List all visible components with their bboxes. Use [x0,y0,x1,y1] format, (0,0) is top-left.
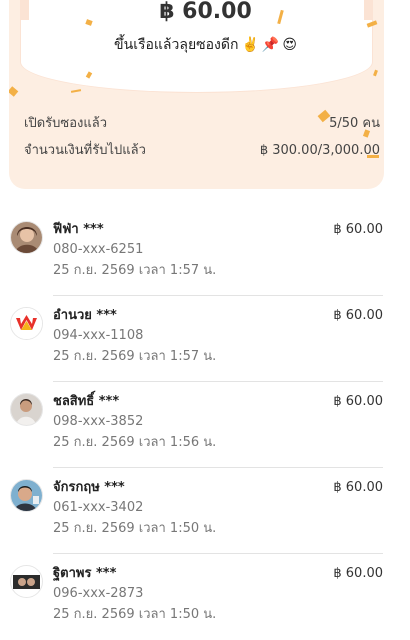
opened-label: เปิดรับซองแล้ว [24,116,107,131]
recipient-name: ฟีฟ่า *** [53,222,104,237]
list-item: อำนวย *** 094-xxx-1108 25 ก.ย. 2569 เวลา… [0,296,410,382]
received-time: 25 ก.ย. 2569 เวลา 1:57 น. [53,263,217,278]
received-time: 25 ก.ย. 2569 เวลา 1:57 น. [53,349,217,364]
received-label: จำนวนเงินที่รับไปแล้ว [24,143,146,158]
list-item: ฐิตาพร *** 096-xxx-2873 25 ก.ย. 2569 เวล… [0,554,410,640]
list-item: จักรกฤษ *** 061-xxx-3402 25 ก.ย. 2569 เว… [0,468,410,554]
received-time: 25 ก.ย. 2569 เวลา 1:56 น. [53,435,217,450]
photo-avatar-icon [11,566,42,597]
blessing-message: ขึ้นเรือแล้วลุยซองดีก ✌️ 📌 😍 [9,35,384,55]
summary-card: ฿ 60.00 ขึ้นเรือแล้วลุยซองดีก ✌️ 📌 😍 เปิดรั… [9,0,384,189]
recipient-list: ฟีฟ่า *** 080-xxx-6251 25 ก.ย. 2569 เวลา… [0,210,410,640]
envelope-amount: ฿ 60.00 [159,0,252,24]
recipient-name: จักรกฤษ *** [53,480,125,495]
recipient-name: ฐิตาพร *** [53,566,117,581]
confetti-decoration [373,69,378,77]
victory-hand-icon: ✌️ [241,37,259,53]
opened-stat-row: เปิดรับซองแล้ว 5/50 คน [24,115,380,133]
blessing-text: ขึ้นเรือแล้วลุยซองดีก [114,37,239,53]
recipient-phone: 098-xxx-3852 [53,414,144,429]
received-amount: ฿ 60.00 [333,308,383,323]
recipient-name: ชลสิทธิ์ *** [53,394,120,409]
list-item: ฟีฟ่า *** 080-xxx-6251 25 ก.ย. 2569 เวลา… [0,210,410,296]
recipient-phone: 080-xxx-6251 [53,242,144,257]
avatar [10,479,43,512]
recipient-name: อำนวย *** [53,308,117,323]
received-amount: ฿ 60.00 [333,222,383,237]
confetti-decoration [9,86,19,97]
received-time: 25 ก.ย. 2569 เวลา 1:50 น. [53,521,217,536]
avatar [10,307,43,340]
confetti-decoration [70,89,82,93]
heart-eyes-icon: 😍 [282,37,297,53]
avatar [10,565,43,598]
received-amount: ฿ 60.00 [333,480,383,495]
logo-avatar-icon [11,308,42,339]
recipient-phone: 061-xxx-3402 [53,500,144,515]
opened-value: 5/50 คน [329,116,380,131]
avatar [10,221,43,254]
photo-avatar-icon [11,480,42,511]
received-value: ฿ 300.00/3,000.00 [259,143,380,158]
recipient-phone: 094-xxx-1108 [53,328,144,343]
received-amount: ฿ 60.00 [333,394,383,409]
photo-avatar-icon [11,222,42,253]
list-item: ชลสิทธิ์ *** 098-xxx-3852 25 ก.ย. 2569 เ… [0,382,410,468]
received-stat-row: จำนวนเงินที่รับไปแล้ว ฿ 300.00/3,000.00 [24,142,380,160]
avatar [10,393,43,426]
photo-avatar-icon [11,394,42,425]
pushpin-icon: 📌 [261,37,280,53]
received-amount: ฿ 60.00 [333,566,383,581]
recipient-phone: 096-xxx-2873 [53,586,144,601]
received-time: 25 ก.ย. 2569 เวลา 1:50 น. [53,607,217,622]
